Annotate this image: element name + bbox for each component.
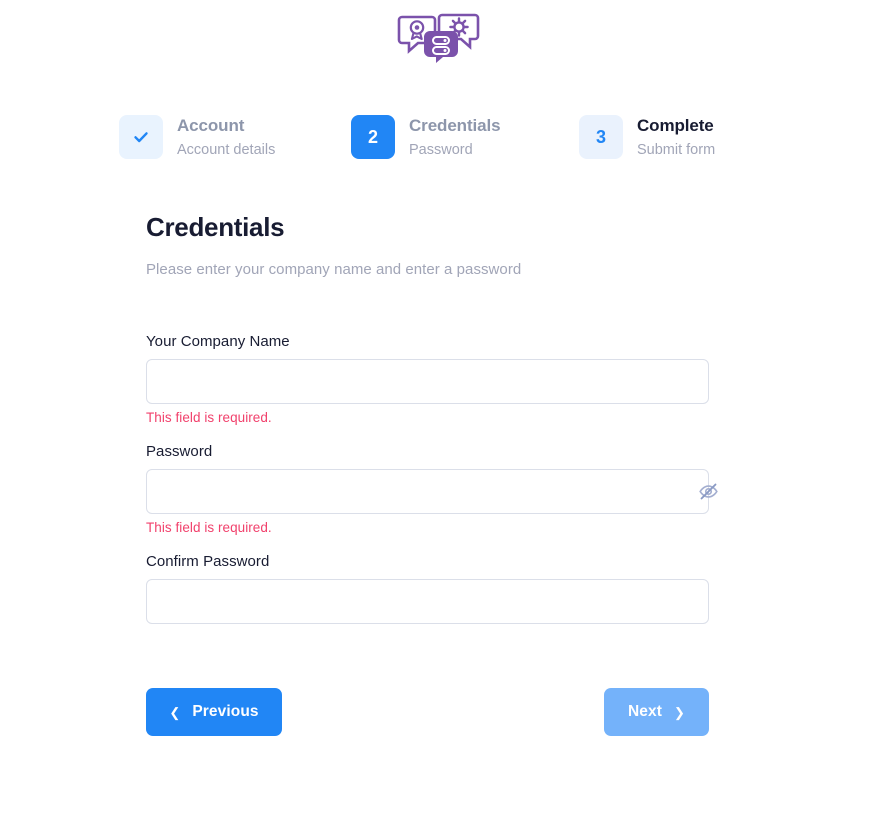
stepper-step-credentials[interactable]: 2 Credentials Password [351,115,579,159]
step-badge-account [119,115,163,159]
step-subtitle-complete: Submit form [637,141,716,158]
chevron-left-icon: ❮ [169,704,181,720]
label-password: Password [146,443,213,460]
page-subtitle: Please enter your company name and enter… [146,261,522,278]
step-title-credentials: Credentials [409,116,501,136]
gear-circle [452,21,465,33]
step-badge-credentials: 2 [351,115,395,159]
step-badge-complete: 3 [579,115,623,159]
field-spacer-1 [146,425,731,443]
error-company-name: This field is required. [146,410,272,425]
form-fields: Your Company Name This field is required… [146,333,731,624]
error-password: This field is required. [146,520,272,535]
field-spacer-2 [146,535,731,553]
server-bottom-led [443,49,446,52]
password-input[interactable] [146,469,709,514]
chat-bubbles-server-logo-icon [397,13,479,63]
step-text-complete: Complete Submit form [637,115,715,158]
badge-center [414,25,419,30]
page-title: Credentials [146,212,285,242]
stepper-step-account[interactable]: Account Account details [119,115,351,159]
input-shell-password [146,469,731,514]
password-visibility-toggle[interactable] [686,469,731,514]
field-company-name: Your Company Name This field is required… [146,333,731,425]
wizard-actions: ❮ Previous Next ❯ [146,688,709,736]
form-content: Credentials Please enter your company na… [0,212,877,736]
input-shell-company-name [146,359,731,404]
label-confirm-password: Confirm Password [146,553,270,570]
step-text-credentials: Credentials Password [409,115,501,158]
chevron-right-icon: ❯ [674,704,685,720]
field-password: Password This field is required. [146,443,731,535]
eye-off-icon [699,483,718,500]
server-top-led [443,39,446,42]
step-text-account: Account Account details [177,115,275,158]
input-shell-confirm-password [146,579,731,624]
wizard-stepper: Account Account details 2 Credentials Pa… [0,115,877,159]
check-icon [134,132,148,143]
confirm-password-input[interactable] [146,579,709,624]
step-title-account: Account [177,116,245,136]
previous-button[interactable]: ❮ Previous [146,688,282,736]
step-title-complete: Complete [637,116,714,136]
step-subtitle-account: Account details [177,141,276,158]
next-button[interactable]: Next ❯ [604,688,709,736]
label-company-name: Your Company Name [146,333,290,350]
brand-logo-container [0,0,877,63]
stepper-step-complete[interactable]: 3 Complete Submit form [579,115,715,159]
previous-button-label: Previous [192,703,259,720]
next-button-label: Next [628,703,662,720]
field-confirm-password: Confirm Password [146,553,731,624]
step-subtitle-credentials: Password [409,141,473,158]
company-name-input[interactable] [146,359,709,404]
